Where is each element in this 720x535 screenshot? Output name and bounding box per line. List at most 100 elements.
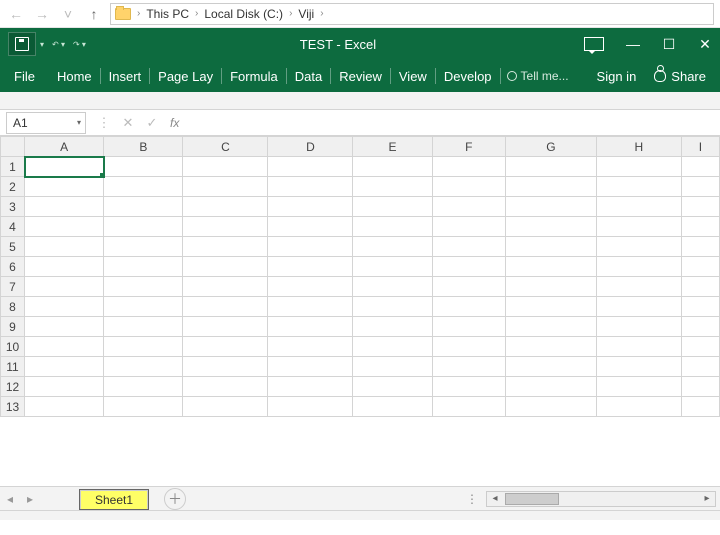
cell[interactable] <box>353 317 432 337</box>
cell[interactable] <box>505 377 596 397</box>
cell[interactable] <box>505 277 596 297</box>
row-header[interactable]: 7 <box>1 277 25 297</box>
tab-home[interactable]: Home <box>49 65 100 88</box>
cell[interactable] <box>505 337 596 357</box>
cell[interactable] <box>596 357 681 377</box>
scroll-left-icon[interactable]: ◂ <box>487 493 503 504</box>
scroll-right-icon[interactable]: ▸ <box>699 493 715 504</box>
cell[interactable] <box>268 317 353 337</box>
cell[interactable] <box>681 157 719 177</box>
cell[interactable] <box>353 157 432 177</box>
cell[interactable] <box>432 257 505 277</box>
cell[interactable] <box>353 377 432 397</box>
sheet-nav-prev-icon[interactable]: ▸ <box>20 492 40 506</box>
row-header[interactable]: 8 <box>1 297 25 317</box>
cell[interactable] <box>353 217 432 237</box>
ribbon-display-icon[interactable] <box>584 37 604 51</box>
cell[interactable] <box>25 157 104 177</box>
breadcrumb-item[interactable]: Viji <box>298 7 314 21</box>
cell[interactable] <box>596 217 681 237</box>
tab-page-layout[interactable]: Page Lay <box>150 65 221 88</box>
cell[interactable] <box>596 397 681 417</box>
cell[interactable] <box>25 257 104 277</box>
cell[interactable] <box>505 177 596 197</box>
column-header[interactable]: G <box>505 137 596 157</box>
cell[interactable] <box>183 157 268 177</box>
cell[interactable] <box>681 277 719 297</box>
cell[interactable] <box>104 237 183 257</box>
cell[interactable] <box>681 317 719 337</box>
cell[interactable] <box>505 397 596 417</box>
cell[interactable] <box>183 317 268 337</box>
cell[interactable] <box>268 337 353 357</box>
cell[interactable] <box>183 257 268 277</box>
maximize-icon[interactable]: ☐ <box>662 37 676 51</box>
cell[interactable] <box>104 277 183 297</box>
column-header[interactable]: C <box>183 137 268 157</box>
column-header[interactable]: F <box>432 137 505 157</box>
horizontal-scrollbar[interactable]: ◂ ▸ <box>486 491 716 507</box>
cell[interactable] <box>183 377 268 397</box>
cell[interactable] <box>183 397 268 417</box>
cell[interactable] <box>596 277 681 297</box>
cell[interactable] <box>681 397 719 417</box>
cell[interactable] <box>25 337 104 357</box>
cell[interactable] <box>681 297 719 317</box>
cell[interactable] <box>505 237 596 257</box>
cell[interactable] <box>104 397 183 417</box>
cell[interactable] <box>104 197 183 217</box>
tell-me-search[interactable]: Tell me... <box>501 69 575 83</box>
minimize-icon[interactable]: — <box>626 37 640 51</box>
cell[interactable] <box>183 277 268 297</box>
tab-developer[interactable]: Develop <box>436 65 500 88</box>
row-header[interactable]: 9 <box>1 317 25 337</box>
cell[interactable] <box>596 337 681 357</box>
cell[interactable] <box>681 177 719 197</box>
cell[interactable] <box>505 357 596 377</box>
cell[interactable] <box>104 297 183 317</box>
close-icon[interactable]: ✕ <box>698 37 712 51</box>
column-header[interactable]: I <box>681 137 719 157</box>
cell[interactable] <box>268 217 353 237</box>
cell[interactable] <box>268 297 353 317</box>
cell[interactable] <box>681 357 719 377</box>
new-sheet-button[interactable]: ＋ <box>164 488 186 510</box>
row-header[interactable]: 13 <box>1 397 25 417</box>
cell[interactable] <box>268 397 353 417</box>
cell[interactable] <box>25 317 104 337</box>
cell[interactable] <box>268 277 353 297</box>
cell[interactable] <box>432 177 505 197</box>
cell[interactable] <box>104 157 183 177</box>
cell[interactable] <box>25 397 104 417</box>
cell[interactable] <box>268 357 353 377</box>
cell[interactable] <box>268 237 353 257</box>
cell[interactable] <box>353 397 432 417</box>
cell[interactable] <box>353 337 432 357</box>
breadcrumb-item[interactable]: Local Disk (C:) <box>204 7 283 21</box>
tab-formulas[interactable]: Formula <box>222 65 286 88</box>
cell[interactable] <box>353 197 432 217</box>
cell[interactable] <box>432 357 505 377</box>
cell[interactable] <box>25 377 104 397</box>
cancel-icon[interactable]: ✕ <box>116 112 140 134</box>
cell[interactable] <box>104 377 183 397</box>
tab-file[interactable]: File <box>6 65 49 88</box>
cell[interactable] <box>104 317 183 337</box>
column-header[interactable]: E <box>353 137 432 157</box>
cell[interactable] <box>268 257 353 277</box>
enter-icon[interactable]: ✓ <box>140 112 164 134</box>
row-header[interactable]: 2 <box>1 177 25 197</box>
cell[interactable] <box>681 197 719 217</box>
cell[interactable] <box>505 217 596 237</box>
cell[interactable] <box>681 337 719 357</box>
cell[interactable] <box>183 177 268 197</box>
cell[interactable] <box>25 237 104 257</box>
row-header[interactable]: 11 <box>1 357 25 377</box>
cell[interactable] <box>432 217 505 237</box>
cell[interactable] <box>104 257 183 277</box>
cell[interactable] <box>596 177 681 197</box>
tab-insert[interactable]: Insert <box>101 65 150 88</box>
cell[interactable] <box>104 177 183 197</box>
cell[interactable] <box>596 297 681 317</box>
cell[interactable] <box>183 337 268 357</box>
